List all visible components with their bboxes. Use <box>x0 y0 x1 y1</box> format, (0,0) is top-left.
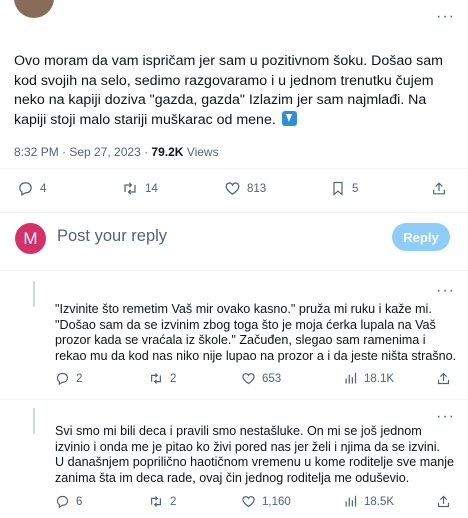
views-button[interactable]: 18.1K <box>343 371 394 386</box>
tweet-meta: 8:32 PM · Sep 27, 2023 · 79.2K Views <box>14 145 219 159</box>
bookmark-button[interactable]: 5 <box>330 180 358 197</box>
views-count: 18.1K <box>364 372 395 385</box>
reply-icon <box>56 372 69 386</box>
arrow-down-emoji-icon <box>281 110 297 126</box>
divider <box>0 168 468 169</box>
reply-button[interactable]: 2 <box>55 371 82 386</box>
share-icon <box>433 182 445 195</box>
share-button[interactable] <box>436 371 451 386</box>
reply-text: Svi smo mi bili deca i pravili smo nesta… <box>55 424 455 485</box>
reply-action-bar: 2 2 653 18.1K <box>0 371 468 393</box>
composer-avatar: M <box>15 223 46 254</box>
divider <box>0 212 468 213</box>
more-icon[interactable]: ··· <box>436 409 455 425</box>
like-count: 1,160 <box>262 495 291 508</box>
retweet-icon <box>151 496 161 507</box>
views-icon <box>345 372 357 384</box>
retweet-button[interactable]: 2 <box>148 494 176 509</box>
reply-button[interactable]: 6 <box>55 494 82 509</box>
views-button[interactable]: 18.5K <box>343 494 394 509</box>
reply-icon <box>19 182 32 197</box>
divider <box>0 399 468 400</box>
reply-count: 4 <box>40 182 47 195</box>
reply-count: 2 <box>76 372 83 385</box>
reply-submit-button[interactable]: Reply <box>392 223 450 251</box>
reply-button[interactable]: 4 <box>17 180 46 197</box>
views-count: 18.5K <box>364 495 395 508</box>
share-button[interactable] <box>431 180 447 197</box>
share-icon <box>437 495 450 508</box>
like-count: 813 <box>247 182 267 195</box>
more-icon[interactable]: ··· <box>436 283 455 299</box>
views-label: Views <box>183 145 219 159</box>
retweet-count: 14 <box>145 182 158 195</box>
reply-icon <box>56 495 69 509</box>
more-icon[interactable]: ··· <box>436 9 455 25</box>
like-icon <box>242 496 255 508</box>
divider <box>0 270 468 271</box>
retweet-icon <box>151 373 161 384</box>
bookmark-icon <box>333 181 343 196</box>
reply-action-bar: 6 2 1,160 18.5K <box>0 494 468 516</box>
thread-line <box>33 281 35 307</box>
views-icon <box>345 495 357 507</box>
retweet-count: 2 <box>170 372 177 385</box>
retweet-button[interactable]: 14 <box>121 180 158 197</box>
reply-text: "Izvinite što remetim Vaš mir ovako kasn… <box>55 302 457 363</box>
main-tweet-body: Ovo moram da vam ispričam jer sam u pozi… <box>14 53 443 128</box>
thread-line <box>33 408 35 434</box>
like-button[interactable]: 1,160 <box>241 494 291 509</box>
like-button[interactable]: 813 <box>224 180 266 197</box>
bookmark-count: 5 <box>352 182 359 195</box>
reply-count: 6 <box>76 495 83 508</box>
tweet-timestamp[interactable]: 8:32 PM · Sep 27, 2023 · <box>14 145 151 159</box>
share-button[interactable] <box>436 494 451 509</box>
like-count: 653 <box>262 372 282 385</box>
reply-input[interactable]: Post your reply <box>57 227 167 246</box>
share-icon <box>437 372 450 385</box>
author-avatar[interactable] <box>14 0 54 18</box>
retweet-icon <box>124 182 136 195</box>
like-icon <box>225 182 240 195</box>
views-count: 79.2K <box>151 145 184 159</box>
retweet-button[interactable]: 2 <box>148 371 176 386</box>
main-tweet-text: Ovo moram da vam ispričam jer sam u pozi… <box>14 52 454 130</box>
main-action-bar: 4 14 813 5 <box>0 180 468 202</box>
retweet-count: 2 <box>170 495 177 508</box>
like-icon <box>242 373 255 385</box>
like-button[interactable]: 653 <box>241 371 281 386</box>
